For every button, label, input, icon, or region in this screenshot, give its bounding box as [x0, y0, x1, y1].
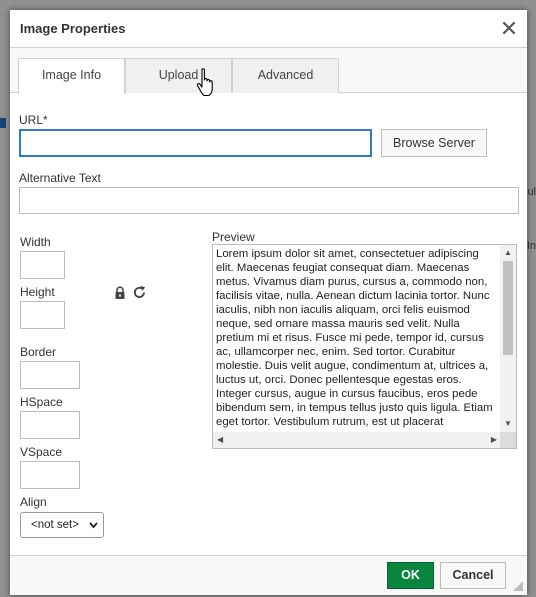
preview-vertical-scrollbar[interactable]: ▲ ▼: [500, 245, 516, 432]
preview-horizontal-scrollbar[interactable]: ◀ ▶: [213, 432, 501, 448]
vspace-input[interactable]: [20, 461, 80, 489]
scroll-down-icon[interactable]: ▼: [504, 420, 512, 428]
url-input[interactable]: [19, 129, 372, 157]
tab-upload[interactable]: Upload: [125, 58, 232, 93]
alternative-text-input[interactable]: [19, 187, 519, 214]
lock-icon[interactable]: [113, 286, 127, 300]
dialog-title: Image Properties: [20, 21, 126, 36]
height-label: Height: [20, 285, 55, 299]
close-icon[interactable]: [499, 18, 519, 38]
preview-label: Preview: [212, 230, 255, 244]
chevron-down-icon: [89, 513, 98, 546]
scrollbar-corner: [500, 432, 516, 448]
scrollbar-thumb[interactable]: [503, 261, 513, 355]
reset-size-icon[interactable]: [132, 285, 147, 300]
preview-area: Lorem ipsum dolor sit amet, consectetuer…: [212, 244, 517, 449]
cancel-button[interactable]: Cancel: [440, 562, 506, 589]
dialog-titlebar: Image Properties: [10, 10, 527, 48]
scroll-up-icon[interactable]: ▲: [504, 249, 512, 257]
dialog-footer: OK Cancel: [10, 555, 527, 595]
scroll-left-icon[interactable]: ◀: [217, 436, 223, 444]
tab-bar: Image Info Upload Advanced: [10, 48, 527, 94]
hspace-label: HSpace: [20, 395, 63, 409]
hspace-input[interactable]: [20, 411, 80, 439]
alternative-text-label: Alternative Text: [19, 171, 101, 185]
tab-advanced[interactable]: Advanced: [232, 58, 339, 93]
align-label: Align: [20, 495, 47, 509]
vspace-label: VSpace: [20, 445, 63, 459]
resize-grip-icon[interactable]: [512, 580, 524, 592]
url-label: URL*: [19, 113, 48, 127]
width-label: Width: [20, 235, 51, 249]
border-label: Border: [20, 345, 57, 359]
tab-image-info[interactable]: Image Info: [18, 58, 125, 94]
align-select[interactable]: <not set>: [20, 512, 104, 538]
border-input[interactable]: [20, 361, 80, 389]
preview-text: Lorem ipsum dolor sit amet, consectetuer…: [216, 248, 493, 431]
scroll-right-icon[interactable]: ▶: [491, 436, 497, 444]
align-selected-value: <not set>: [31, 519, 79, 531]
height-input[interactable]: [20, 301, 65, 329]
width-input[interactable]: [20, 251, 65, 279]
image-properties-dialog: Image Properties Image Info Upload Advan…: [10, 10, 527, 595]
ok-button[interactable]: OK: [387, 562, 434, 589]
browse-server-button[interactable]: Browse Server: [381, 129, 487, 157]
